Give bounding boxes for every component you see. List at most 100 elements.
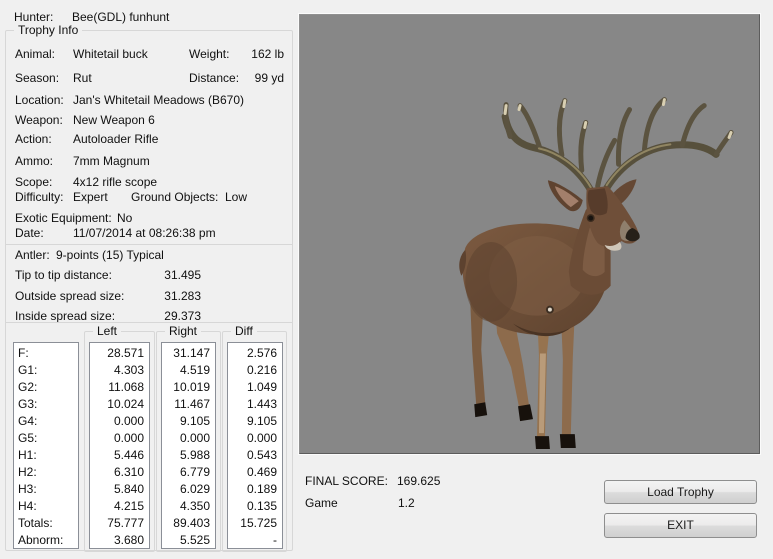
left-value: 4.215 xyxy=(90,498,149,515)
distance-value: 99 yd xyxy=(255,69,284,87)
divider xyxy=(6,322,292,323)
exit-button[interactable]: EXIT xyxy=(604,513,757,538)
left-value: 10.024 xyxy=(90,396,149,413)
action-row: Action: Autoloader Rifle xyxy=(6,130,292,148)
score-row-label: F: xyxy=(14,345,78,362)
right-column-header: Right xyxy=(165,324,201,339)
score-row-label: G2: xyxy=(14,379,78,396)
location-row: Location: Jan's Whitetail Meadows (B670) xyxy=(6,91,292,109)
diff-column-header: Diff xyxy=(231,324,257,339)
difficulty-row: Difficulty: Expert Ground Objects: Low xyxy=(6,188,292,206)
diff-value: 15.725 xyxy=(228,515,282,532)
score-row-label: H1: xyxy=(14,447,78,464)
antlers xyxy=(505,100,731,191)
game-version-label: Game xyxy=(305,496,338,510)
antler-summary-row: Antler: 9-points (15) Typical xyxy=(6,246,292,264)
load-trophy-button[interactable]: Load Trophy xyxy=(604,480,757,504)
eye xyxy=(588,216,593,221)
ammo-value: 7mm Magnum xyxy=(73,152,150,170)
right-value: 4.350 xyxy=(162,498,215,515)
outside-spread-value: 31.283 xyxy=(131,287,201,305)
difficulty-label: Difficulty: xyxy=(15,188,63,206)
weight-value: 162 lb xyxy=(251,45,284,63)
score-row-label: G5: xyxy=(14,430,78,447)
diff-value: 1.049 xyxy=(228,379,282,396)
weapon-value: New Weapon 6 xyxy=(73,111,155,129)
right-value: 5.988 xyxy=(162,447,215,464)
score-row-label: G1: xyxy=(14,362,78,379)
right-value: 5.525 xyxy=(162,532,215,549)
distance-label: Distance: xyxy=(189,69,239,87)
tip-to-tip-row: Tip to tip distance: 31.495 xyxy=(6,266,292,284)
right-value: 6.029 xyxy=(162,481,215,498)
weapon-row: Weapon: New Weapon 6 xyxy=(6,111,292,129)
season-value: Rut xyxy=(73,69,92,87)
season-row: Season: Rut Distance: 99 yd xyxy=(6,69,292,87)
animal-row: Animal: Whitetail buck Weight: 162 lb xyxy=(6,45,292,63)
difficulty-value: Expert xyxy=(73,188,108,206)
right-value: 31.147 xyxy=(162,345,215,362)
left-column-header: Left xyxy=(93,324,121,339)
tip-to-tip-value: 31.495 xyxy=(131,266,201,284)
trophy-info-caption: Trophy Info xyxy=(14,23,82,38)
diff-values-listbox: 2.576 0.216 1.049 1.443 9.105 0.000 0.54… xyxy=(227,342,283,549)
score-row-label: Abnorm: xyxy=(14,532,78,549)
trophy-info-groupbox: Trophy Info Animal: Whitetail buck Weigh… xyxy=(5,30,293,551)
right-value: 6.779 xyxy=(162,464,215,481)
left-value: 5.446 xyxy=(90,447,149,464)
tip-to-tip-label: Tip to tip distance: xyxy=(15,266,112,284)
antler-value: 9-points (15) Typical xyxy=(56,246,164,264)
trophy-3d-viewport[interactable] xyxy=(299,14,760,454)
animal-value: Whitetail buck xyxy=(73,45,148,63)
game-version-value: 1.2 xyxy=(398,496,415,510)
diff-value: 0.189 xyxy=(228,481,282,498)
divider xyxy=(6,244,292,245)
score-row-label: G3: xyxy=(14,396,78,413)
diff-value: 0.135 xyxy=(228,498,282,515)
hunter-value: Bee(GDL) funhunt xyxy=(72,8,169,26)
right-value: 11.467 xyxy=(162,396,215,413)
score-row-label: H2: xyxy=(14,464,78,481)
left-value: 0.000 xyxy=(90,430,149,447)
diff-value: 9.105 xyxy=(228,413,282,430)
left-value: 4.303 xyxy=(90,362,149,379)
location-value: Jan's Whitetail Meadows (B670) xyxy=(73,91,244,109)
action-value: Autoloader Rifle xyxy=(73,130,158,148)
diff-value: 0.469 xyxy=(228,464,282,481)
antler-label: Antler: xyxy=(15,246,50,264)
wound-mark-center xyxy=(548,308,552,312)
ground-objects-label: Ground Objects: xyxy=(131,188,218,206)
diff-value: 0.543 xyxy=(228,447,282,464)
date-row: Date: 11/07/2014 at 08:26:38 pm xyxy=(6,224,292,242)
right-value: 4.519 xyxy=(162,362,215,379)
left-value: 3.680 xyxy=(90,532,149,549)
left-values-listbox: 28.571 4.303 11.068 10.024 0.000 0.000 5… xyxy=(89,342,150,549)
diff-value: 0.216 xyxy=(228,362,282,379)
outside-spread-label: Outside spread size: xyxy=(15,287,124,305)
diff-value: 2.576 xyxy=(228,345,282,362)
right-values-listbox: 31.147 4.519 10.019 11.467 9.105 0.000 5… xyxy=(161,342,216,549)
left-value: 6.310 xyxy=(90,464,149,481)
location-label: Location: xyxy=(15,91,64,109)
left-value: 0.000 xyxy=(90,413,149,430)
ground-objects-value: Low xyxy=(225,188,247,206)
weight-label: Weight: xyxy=(189,45,229,63)
season-label: Season: xyxy=(15,69,59,87)
score-row-label: H4: xyxy=(14,498,78,515)
right-value: 10.019 xyxy=(162,379,215,396)
left-value: 5.840 xyxy=(90,481,149,498)
ammo-row: Ammo: 7mm Magnum xyxy=(6,152,292,170)
score-row-label: G4: xyxy=(14,413,78,430)
right-value: 9.105 xyxy=(162,413,215,430)
action-label: Action: xyxy=(15,130,52,148)
date-value: 11/07/2014 at 08:26:38 pm xyxy=(73,224,216,242)
left-value: 11.068 xyxy=(90,379,149,396)
diff-value: 0.000 xyxy=(228,430,282,447)
left-value: 75.777 xyxy=(90,515,149,532)
score-row-label: H3: xyxy=(14,481,78,498)
outside-spread-row: Outside spread size: 31.283 xyxy=(6,287,292,305)
weapon-label: Weapon: xyxy=(15,111,63,129)
score-row-label: Totals: xyxy=(14,515,78,532)
diff-value: - xyxy=(228,532,282,549)
ammo-label: Ammo: xyxy=(15,152,53,170)
